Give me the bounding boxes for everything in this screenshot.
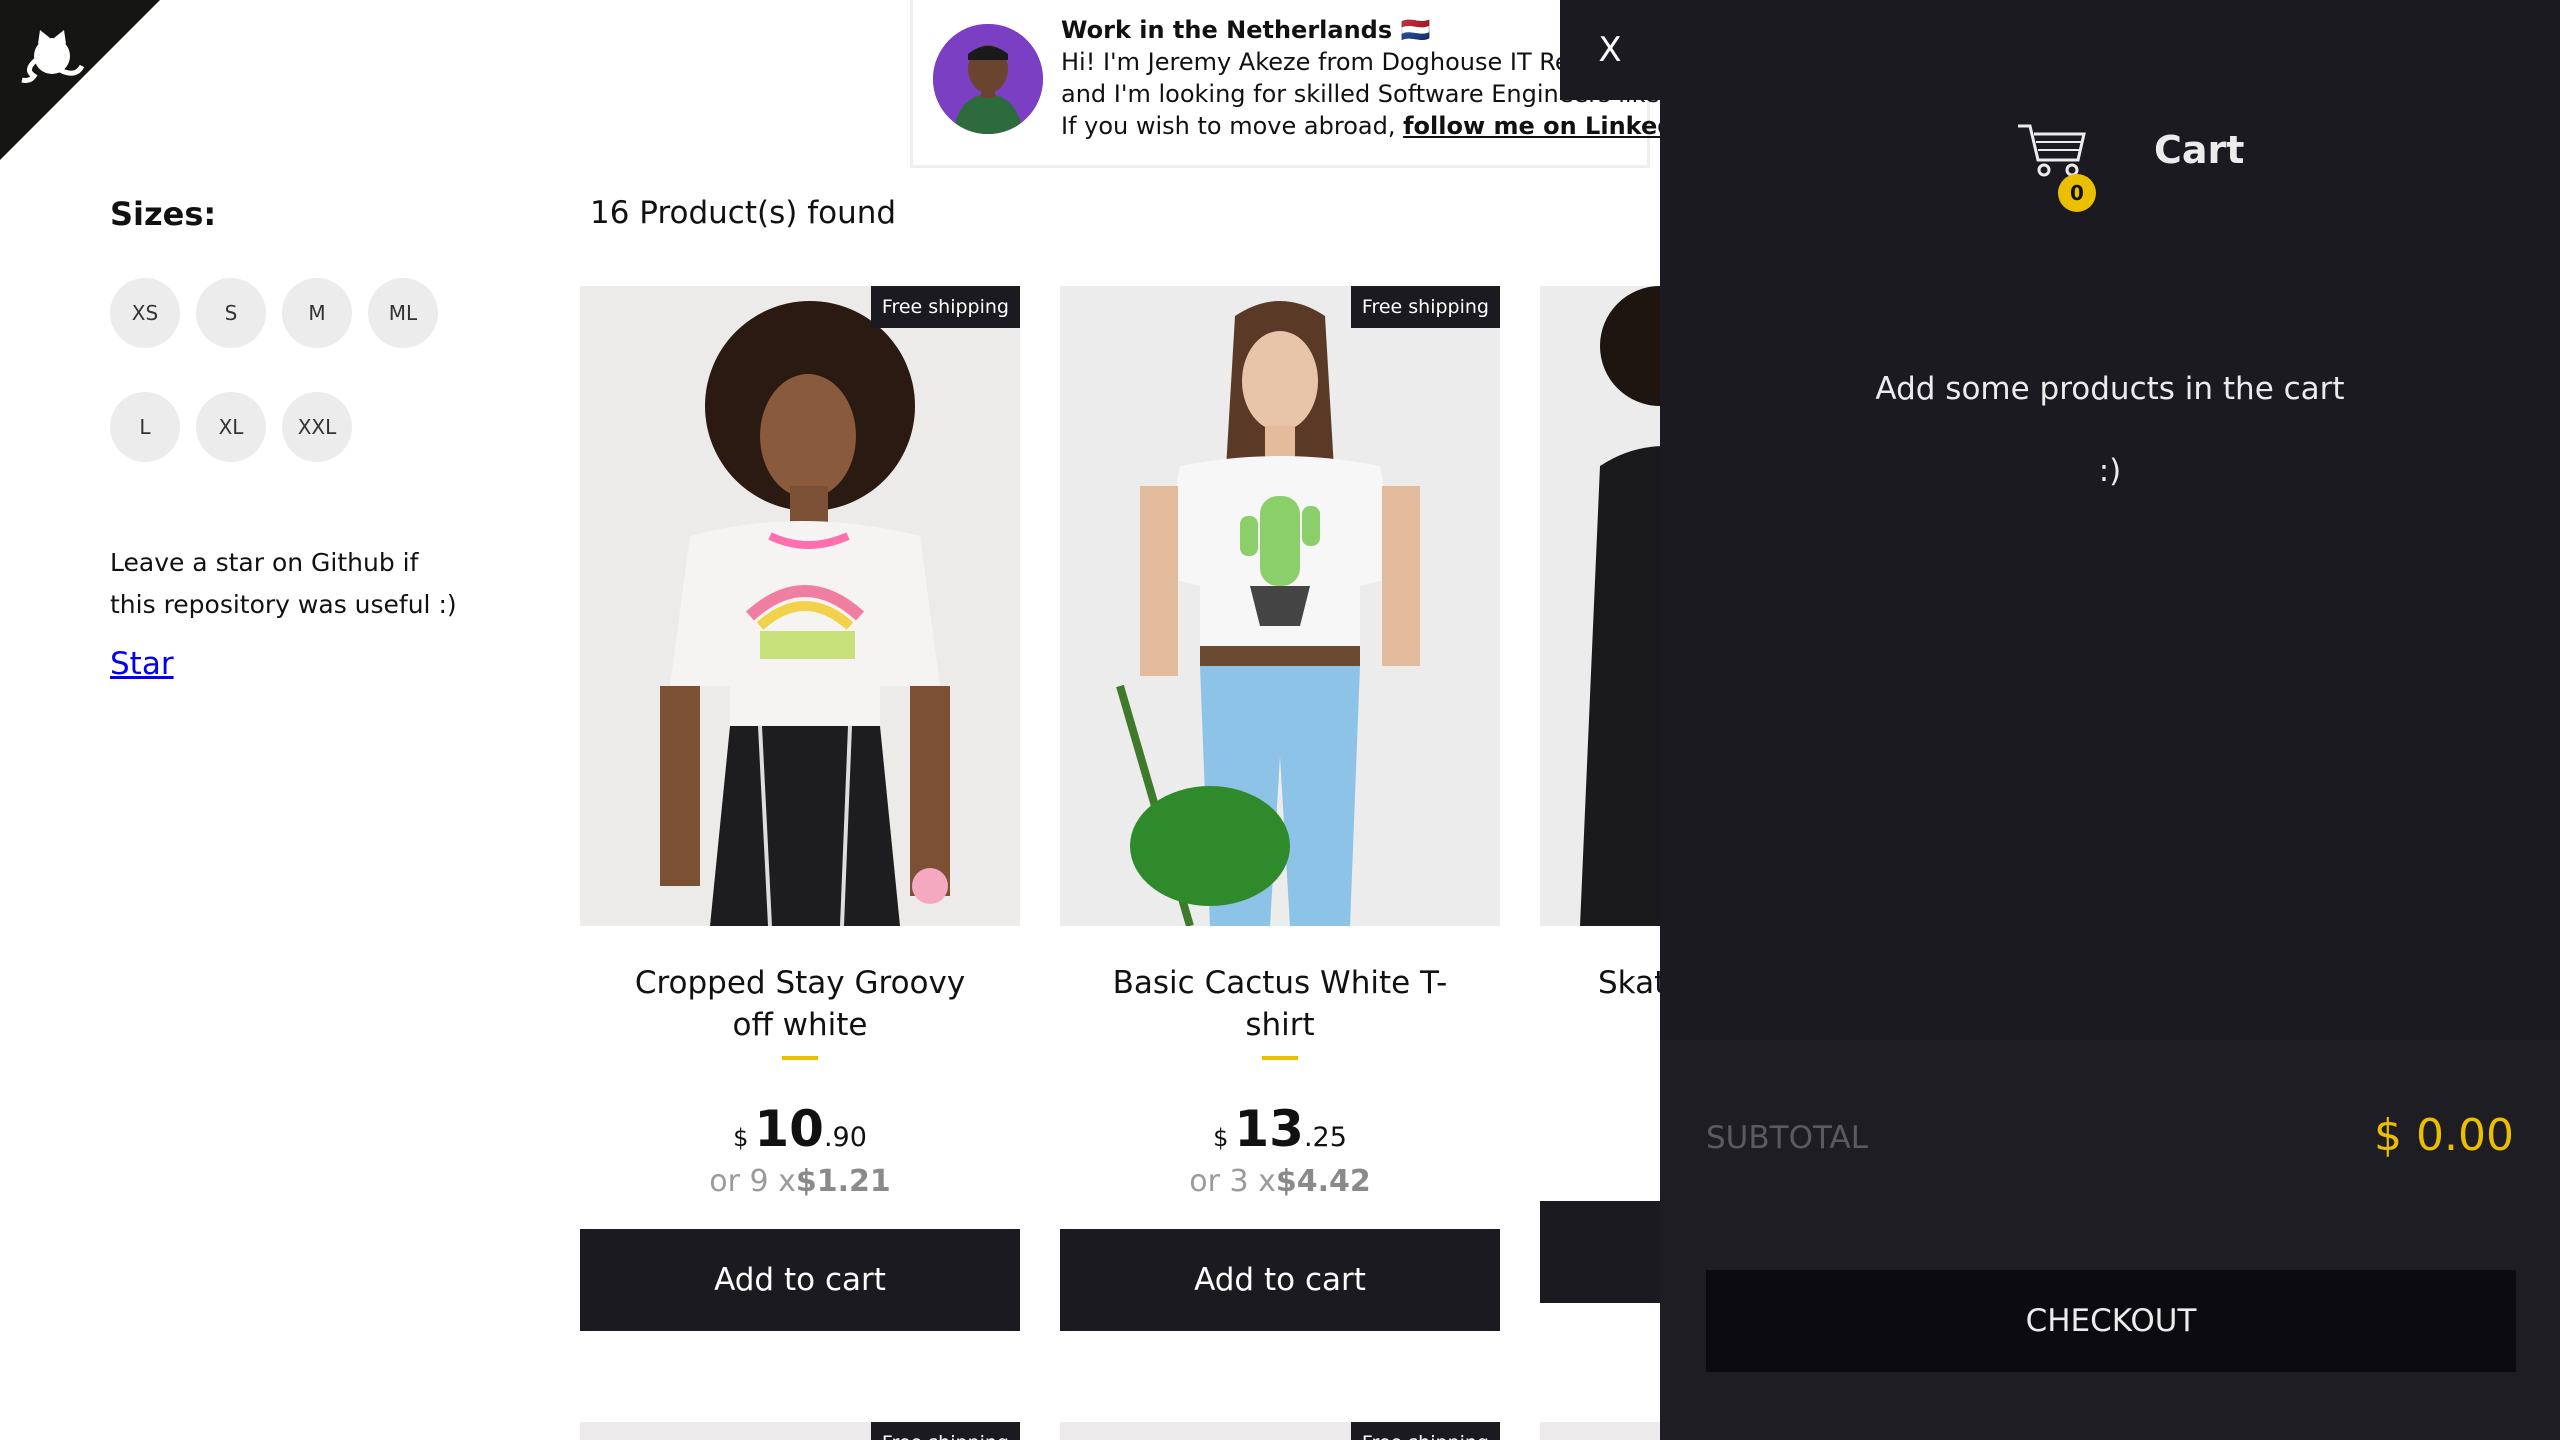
product-card[interactable]: Free shipping Basic Cactus White T-shirt… xyxy=(1060,286,1500,1331)
subtotal-value: $ 0.00 xyxy=(2374,1110,2514,1161)
banner-line-3-prefix: If you wish to move abroad, xyxy=(1061,112,1404,140)
price-integer: 10 xyxy=(754,1100,824,1158)
cart-panel: 0 Cart Add some products in the cart :) … xyxy=(1660,0,2560,1440)
model-cactus-tshirt-image xyxy=(1060,286,1500,926)
product-image[interactable]: Free shipping xyxy=(1060,286,1500,926)
github-octocat-icon xyxy=(0,0,160,160)
model-dark-hoodie-image xyxy=(1540,286,1660,926)
price-integer: 13 xyxy=(1234,1100,1304,1158)
product-image[interactable]: Free shipping xyxy=(1060,1422,1500,1440)
cart-close-button[interactable]: X xyxy=(1560,0,1660,100)
size-filter-list: XS S M ML L XL XXL xyxy=(110,278,470,462)
product-title: Cropped Stay Groovy off white xyxy=(634,965,966,1043)
installment-value: $1.21 xyxy=(795,1164,891,1199)
cart-empty-message: Add some products in the cart :) xyxy=(1660,348,2560,512)
size-xl-button[interactable]: XL xyxy=(196,392,266,462)
size-l-button[interactable]: L xyxy=(110,392,180,462)
price-decimal: .25 xyxy=(1303,1122,1347,1153)
product-image[interactable] xyxy=(1540,286,1660,926)
size-s-button[interactable]: S xyxy=(196,278,266,348)
free-shipping-badge: Free shipping xyxy=(870,1422,1020,1440)
free-shipping-badge: Free shipping xyxy=(1350,1422,1500,1440)
size-xs-button[interactable]: XS xyxy=(110,278,180,348)
size-ml-button[interactable]: ML xyxy=(368,278,438,348)
title-underline xyxy=(782,1056,818,1060)
cart-header: 0 Cart xyxy=(2016,120,2245,212)
banner-line-3: If you wish to move abroad, follow me on… xyxy=(1061,110,1719,142)
product-image[interactable]: Free shipping xyxy=(580,1422,1020,1440)
product-card[interactable] xyxy=(1540,1422,1660,1440)
product-grid: Free shipping Cropped Stay Groovy off wh… xyxy=(580,286,1660,1440)
product-price: $13.25 xyxy=(1060,1100,1500,1158)
product-card[interactable]: Free shipping xyxy=(580,1422,1020,1440)
cart-icon-wrapper: 0 xyxy=(2016,120,2096,212)
checkout-button[interactable]: CHECKOUT xyxy=(1706,1270,2516,1372)
subtotal-label: SUBTOTAL xyxy=(1706,1120,1868,1156)
products-found-count: 16 Product(s) found xyxy=(590,195,897,231)
product-card[interactable]: Free shipping xyxy=(1060,1422,1500,1440)
add-to-cart-button[interactable] xyxy=(1540,1201,1660,1303)
cart-footer: SUBTOTAL $ 0.00 CHECKOUT xyxy=(1660,1040,2560,1440)
product-price: $10.90 xyxy=(580,1100,1020,1158)
installment-info: or 3 x$4.42 xyxy=(1060,1164,1500,1199)
cart-title: Cart xyxy=(2154,128,2245,172)
free-shipping-badge: Free shipping xyxy=(1350,286,1500,328)
recruiter-photo-icon xyxy=(933,24,1043,134)
product-card[interactable]: Skat xyxy=(1540,286,1660,1303)
price-currency: $ xyxy=(1213,1124,1229,1152)
github-corner-link[interactable] xyxy=(0,0,160,160)
filters-sidebar: Sizes: XS S M ML L XL XXL Leave a star o… xyxy=(110,195,490,682)
cart-empty-line-2: :) xyxy=(2098,453,2122,489)
price-decimal: .90 xyxy=(823,1122,867,1153)
size-xxl-button[interactable]: XXL xyxy=(282,392,352,462)
sizes-title: Sizes: xyxy=(110,195,217,233)
recruiter-avatar xyxy=(933,24,1043,134)
add-to-cart-button[interactable]: Add to cart xyxy=(1060,1229,1500,1331)
cart-count-badge: 0 xyxy=(2058,174,2096,212)
product-title: Skat xyxy=(1598,965,1660,1001)
product-image[interactable] xyxy=(1540,1422,1660,1440)
product-card[interactable]: Free shipping Cropped Stay Groovy off wh… xyxy=(580,286,1020,1331)
product-title: Basic Cactus White T-shirt xyxy=(1112,965,1448,1043)
recruitment-banner: Work in the Netherlands 🇳🇱 Hi! I'm Jerem… xyxy=(910,0,1719,168)
installment-value: $4.42 xyxy=(1275,1164,1371,1199)
installment-prefix: or 3 x xyxy=(1189,1164,1276,1199)
github-star-link[interactable]: Star xyxy=(110,646,174,682)
cart-empty-line-1: Add some products in the cart xyxy=(1875,371,2345,407)
shopping-cart-icon xyxy=(2018,124,2086,177)
installment-prefix: or 9 x xyxy=(709,1164,796,1199)
title-underline xyxy=(1262,1056,1298,1060)
installment-info: or 9 x$1.21 xyxy=(580,1164,1020,1199)
price-currency: $ xyxy=(733,1124,749,1152)
size-m-button[interactable]: M xyxy=(282,278,352,348)
model-groovy-tshirt-image xyxy=(580,286,1020,926)
add-to-cart-button[interactable]: Add to cart xyxy=(580,1229,1020,1331)
product-image[interactable]: Free shipping xyxy=(580,286,1020,926)
github-star-text: Leave a star on Github if this repositor… xyxy=(110,548,457,619)
free-shipping-badge: Free shipping xyxy=(870,286,1020,328)
